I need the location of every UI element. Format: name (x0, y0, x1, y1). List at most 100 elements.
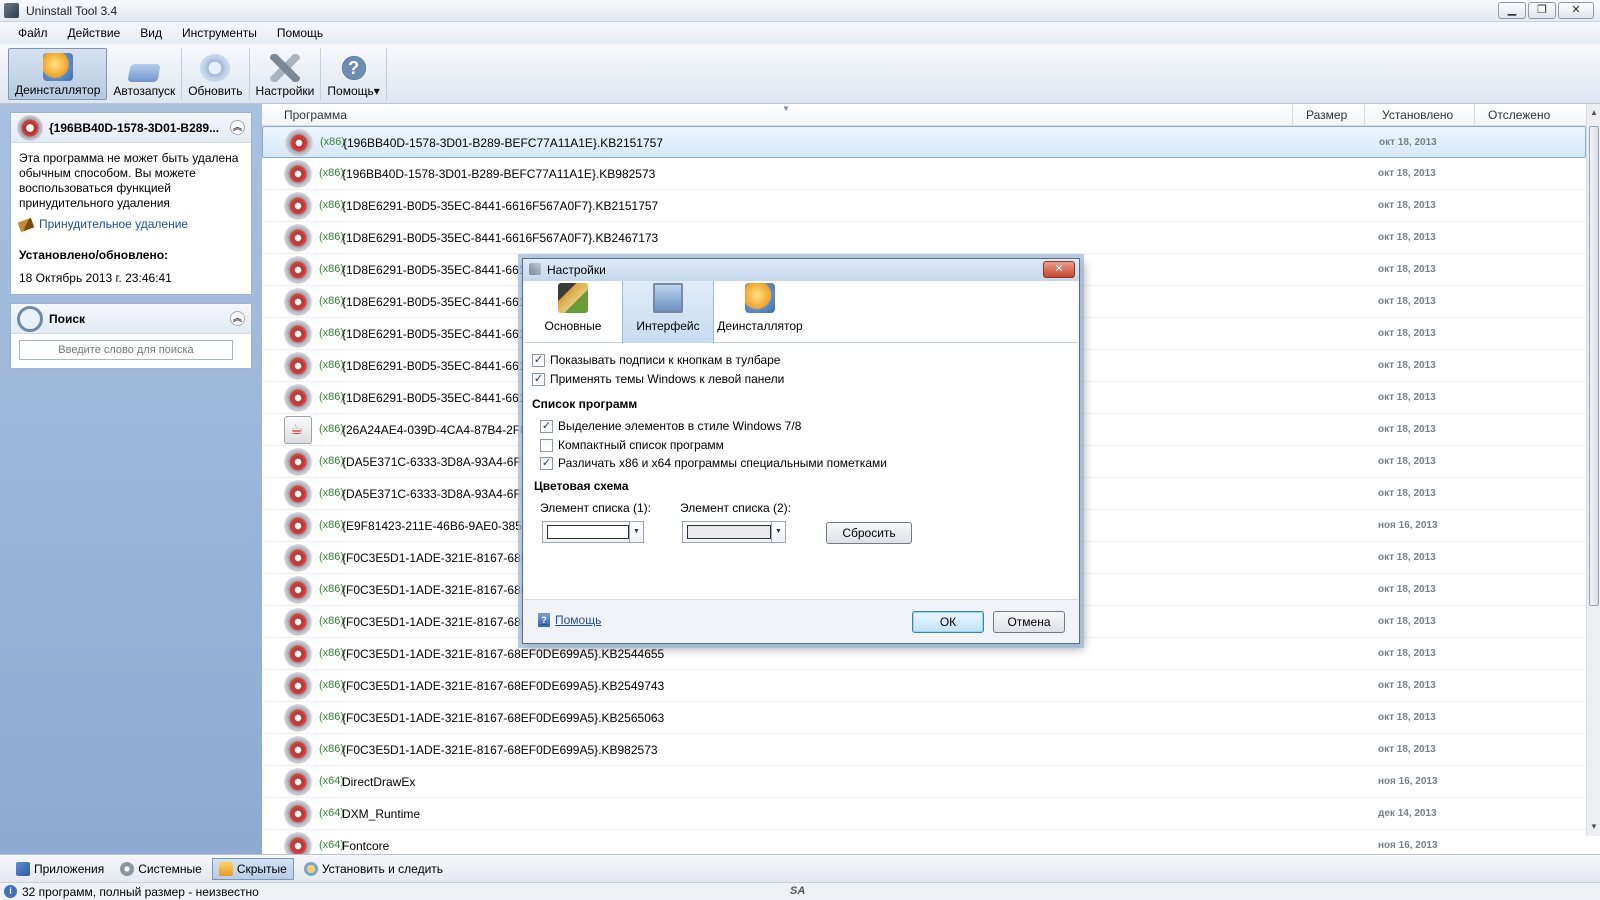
arch-tag: (x86) (320, 136, 346, 148)
status-bar: i 32 программ, полный размер - неизвестн… (0, 882, 1600, 900)
menu-view[interactable]: Вид (130, 26, 172, 40)
force-uninstall-link[interactable]: Принудительное удаление (17, 217, 243, 232)
table-row[interactable]: (x86) {196BB40D-1578-3D01-B289-BEFC77A11A… (262, 126, 1586, 158)
table-row[interactable]: (x64) Fontcore ноя 16, 2013 (262, 830, 1586, 854)
column-program[interactable]: Программа (284, 108, 347, 122)
installed-date: окт 18, 2013 (1378, 200, 1436, 211)
opt-toolbar-labels[interactable]: ✓ Показывать подписи к кнопкам в тулбаре (532, 353, 780, 367)
installed-date: окт 18, 2013 (1378, 488, 1436, 499)
tab-hidden[interactable]: Скрытые (211, 857, 294, 880)
tab-uninstaller[interactable]: Деинсталлятор (714, 281, 806, 343)
refresh-button[interactable]: Обновить (182, 48, 250, 100)
installed-date: окт 18, 2013 (1378, 456, 1436, 467)
installed-date: ноя 16, 2013 (1378, 520, 1438, 531)
installer-disc-icon (284, 160, 312, 188)
color-section-title: Цветовая схема (534, 479, 629, 493)
table-row[interactable]: (x86) {F0C3E5D1-1ADE-321E-8167-68EF0DE699… (262, 734, 1586, 766)
tab-system[interactable]: Системные (114, 858, 208, 880)
menu-help[interactable]: Помощь (267, 26, 333, 40)
help-button[interactable]: ? Помощь▾ (321, 48, 387, 100)
arch-tag: (x86) (319, 679, 345, 691)
minimize-button[interactable]: ▁ (1498, 2, 1526, 19)
installer-disc-icon (284, 480, 312, 508)
opt-compact-list[interactable]: Компактный список программ (540, 438, 724, 452)
arch-tag: (x86) (319, 295, 345, 307)
settings-label: Настройки (255, 84, 315, 98)
color-item1-select[interactable]: ▼ (542, 521, 644, 543)
column-installed[interactable]: Установлено (1382, 108, 1453, 122)
menu-file[interactable]: Файл (8, 26, 58, 40)
program-name: {26A24AE4-039D-4CA4-87B4-2F8 (342, 423, 527, 437)
color-swatch (687, 525, 771, 539)
installer-disc-icon (285, 129, 313, 157)
apps-icon (16, 861, 30, 876)
search-input[interactable]: Введите слово для поиска (19, 340, 233, 360)
settings-icon (269, 54, 300, 82)
dialog-footer: ? Помощь ОК Отмена (524, 599, 1078, 643)
uninstaller-button[interactable]: Деинсталлятор (8, 48, 108, 100)
tab-hidden-label: Скрытые (236, 861, 287, 876)
search-card: Поиск ︽ Введите слово для поиска (10, 303, 252, 369)
checkbox[interactable]: ✓ (540, 456, 553, 470)
column-tracked[interactable]: Отслежено (1488, 108, 1550, 122)
settings-button[interactable]: Настройки (250, 48, 322, 100)
scroll-down-icon[interactable]: ▼ (1587, 820, 1600, 834)
menu-action[interactable]: Действие (58, 26, 131, 40)
arch-tag: (x86) (319, 551, 345, 563)
reset-button[interactable]: Сбросить (826, 522, 912, 544)
opt-arch-marks[interactable]: ✓ Различать x86 и x64 программы специаль… (540, 456, 887, 470)
info-card-header: {196BB40D-1578-3D01-B289... ︽ (11, 113, 251, 143)
table-row[interactable]: (x86) {1D8E6291-B0D5-35EC-8441-6616F567A0… (262, 222, 1586, 254)
checkbox[interactable]: ✓ (532, 353, 545, 367)
opt-windows-themes[interactable]: ✓ Применять темы Windows к левой панели (532, 372, 784, 386)
tab-apps[interactable]: Приложения (10, 858, 110, 880)
installer-disc-icon (284, 640, 312, 668)
installer-disc-icon (284, 576, 312, 604)
maximize-button[interactable]: ❐ (1528, 2, 1556, 19)
installed-date: дек 14, 2013 (1378, 808, 1437, 819)
scrollbar-thumb[interactable] (1589, 126, 1599, 606)
vertical-scrollbar[interactable]: ▲ ▼ (1586, 104, 1600, 836)
item2-label: Элемент списка (2): (680, 501, 792, 515)
opt-arch-marks-label: Различать x86 и x64 программы специальны… (558, 456, 887, 470)
menu-bar: Файл Действие Вид Инструменты Помощь (0, 22, 1600, 44)
installed-date: окт 18, 2013 (1378, 360, 1436, 371)
search-title: Поиск (49, 311, 86, 326)
checkbox[interactable]: ✓ (532, 372, 545, 386)
column-size[interactable]: Размер (1306, 108, 1347, 122)
opt-win7-selection[interactable]: ✓ Выделение элементов в стиле Windows 7/… (540, 419, 801, 433)
selected-program-title: {196BB40D-1578-3D01-B289... (49, 120, 220, 135)
checkbox[interactable]: ✓ (540, 419, 553, 433)
table-row[interactable]: (x64) DXM_Runtime дек 14, 2013 (262, 798, 1586, 830)
tab-install-track[interactable]: Установить и следить (298, 858, 449, 880)
menu-tools[interactable]: Инструменты (172, 26, 267, 40)
color-item2-select[interactable]: ▼ (682, 521, 786, 543)
collapse-icon[interactable]: ︽ (230, 120, 245, 135)
program-name: Fontcore (342, 839, 390, 853)
tab-basic[interactable]: Основные (524, 281, 622, 343)
cancel-button[interactable]: Отмена (993, 611, 1065, 633)
table-row[interactable]: (x86) {F0C3E5D1-1ADE-321E-8167-68EF0DE699… (262, 670, 1586, 702)
tab-basic-label: Основные (544, 319, 602, 333)
close-button[interactable]: ✕ (1558, 2, 1594, 19)
table-row[interactable]: (x64) DirectDrawEx ноя 16, 2013 (262, 766, 1586, 798)
autorun-button[interactable]: Автозапуск (107, 48, 183, 100)
installed-date: окт 18, 2013 (1378, 712, 1436, 723)
scroll-up-icon[interactable]: ▲ (1587, 106, 1600, 120)
checkbox[interactable] (540, 438, 553, 452)
help-link[interactable]: ? Помощь (538, 613, 601, 627)
collapse-icon[interactable]: ︽ (230, 311, 245, 326)
autorun-icon (127, 64, 161, 82)
ok-button[interactable]: ОК (912, 611, 984, 633)
program-name: {E9F81423-211E-46B6-9AE0-38568 (342, 519, 536, 533)
tab-interface[interactable]: Интерфейс (622, 281, 714, 343)
installed-date: окт 18, 2013 (1378, 680, 1436, 691)
arch-tag: (x86) (319, 583, 345, 595)
table-row[interactable]: (x86) {1D8E6291-B0D5-35EC-8441-6616F567A0… (262, 190, 1586, 222)
dialog-close-button[interactable]: ✕ (1043, 261, 1075, 278)
info-message: Эта программа не может быть удалена обыч… (19, 151, 239, 210)
column-separator (1474, 104, 1475, 126)
brush-icon (17, 217, 35, 232)
table-row[interactable]: (x86) {196BB40D-1578-3D01-B289-BEFC77A11A… (262, 158, 1586, 190)
table-row[interactable]: (x86) {F0C3E5D1-1ADE-321E-8167-68EF0DE699… (262, 702, 1586, 734)
